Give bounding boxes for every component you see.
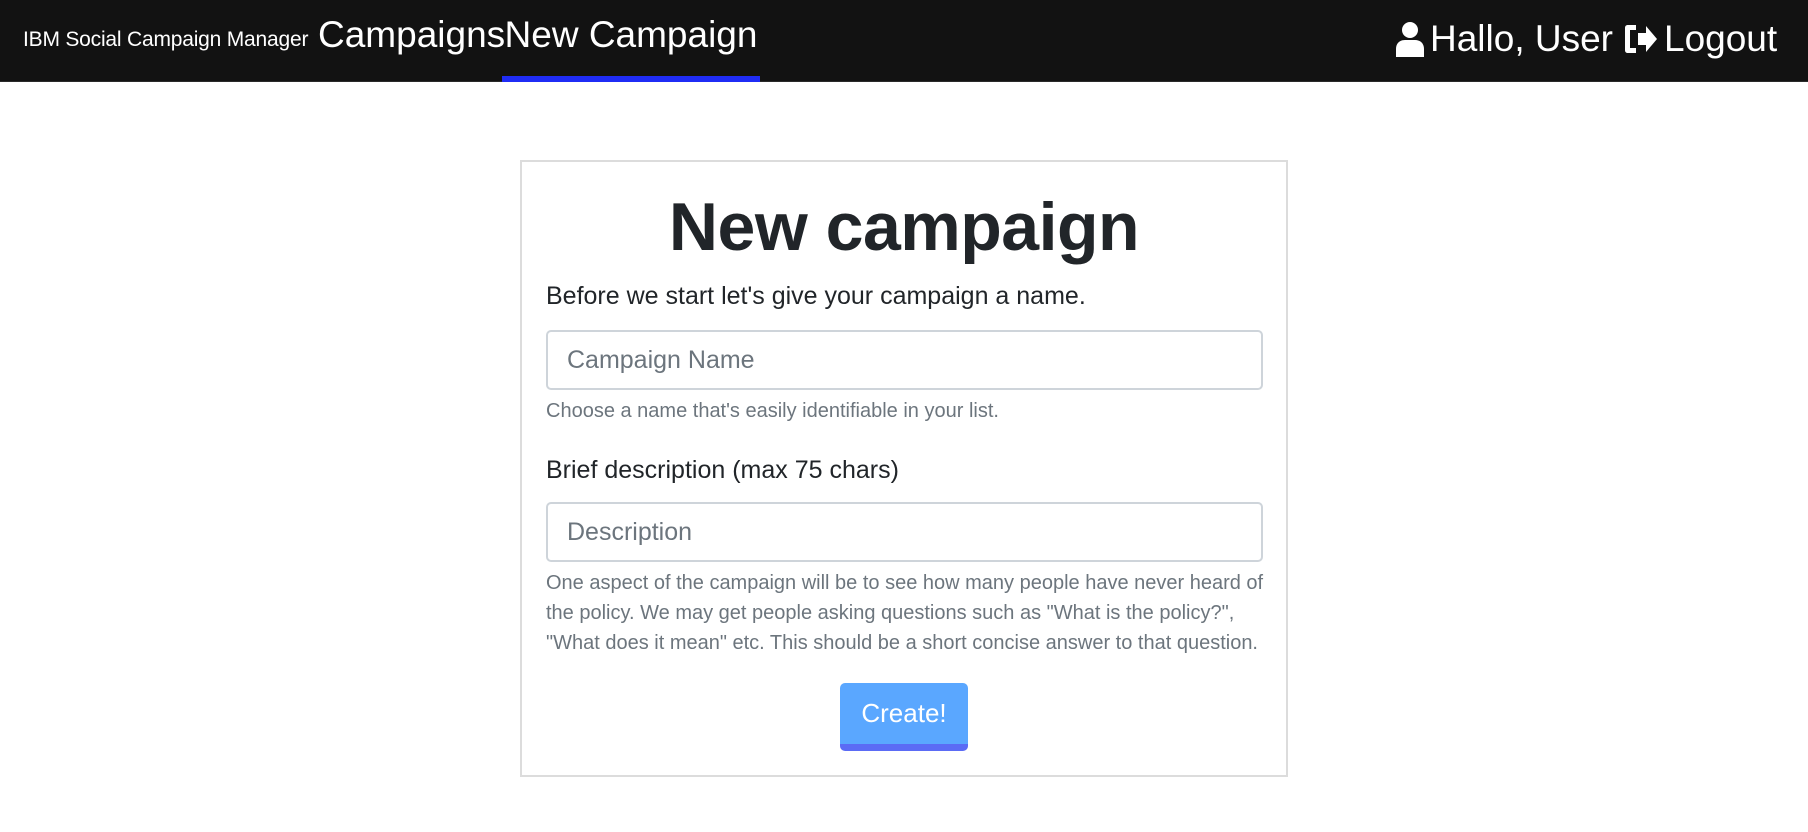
user-greeting: Hallo, User xyxy=(1430,18,1613,59)
brand-logo[interactable]: IBM Social Campaign Manager xyxy=(23,28,308,52)
description-help: One aspect of the campaign will be to se… xyxy=(546,572,1264,654)
nav-item-label: New Campaign xyxy=(504,14,758,55)
nav-item-new-campaign[interactable]: New Campaign xyxy=(502,0,760,82)
page-title: New campaign xyxy=(668,189,1140,265)
logout-link[interactable]: Logout xyxy=(1624,0,1777,82)
description-input[interactable] xyxy=(546,502,1263,562)
active-tab-indicator xyxy=(502,76,760,82)
nav-item-campaigns[interactable]: Campaigns xyxy=(318,0,505,82)
create-button[interactable]: Create! xyxy=(840,683,968,751)
user-menu[interactable]: Hallo, User xyxy=(1396,0,1613,82)
user-icon xyxy=(1396,21,1424,57)
campaign-name-input[interactable] xyxy=(546,330,1263,390)
campaign-name-help: Choose a name that's easily identifiable… xyxy=(546,400,999,422)
description-label: Brief description (max 75 chars) xyxy=(546,456,899,484)
campaign-name-label: Before we start let's give your campaign… xyxy=(546,282,1086,310)
new-campaign-card: New campaign Before we start let's give … xyxy=(520,160,1288,777)
top-navbar: IBM Social Campaign Manager Campaigns Ne… xyxy=(0,0,1808,82)
logout-label: Logout xyxy=(1664,18,1778,59)
nav-item-label: Campaigns xyxy=(318,14,506,55)
sign-out-icon xyxy=(1624,21,1658,57)
